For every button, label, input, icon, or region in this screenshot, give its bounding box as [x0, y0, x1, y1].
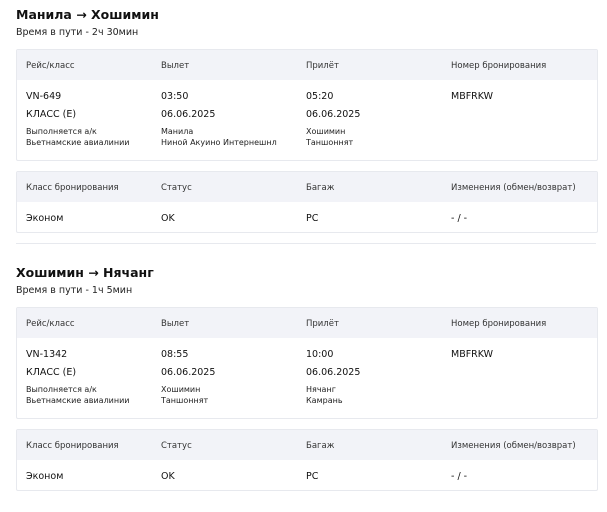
header-departure: Вылет	[161, 319, 190, 329]
arrival-city: Нячанг	[306, 385, 336, 394]
booking-details-card: Класс бронирования Статус Багаж Изменени…	[16, 429, 598, 491]
flight-details-header: Рейс/класс Вылет Прилёт Номер бронирован…	[17, 50, 597, 80]
flight-details-card: Рейс/класс Вылет Прилёт Номер бронирован…	[16, 49, 598, 161]
flight-details-card: Рейс/класс Вылет Прилёт Номер бронирован…	[16, 307, 598, 419]
segment-divider	[16, 243, 596, 244]
airline-name: Вьетнамские авиалинии	[26, 395, 130, 405]
flight-details-header: Рейс/класс Вылет Прилёт Номер бронирован…	[17, 308, 597, 338]
arrival-date: 06.06.2025	[306, 367, 361, 378]
route-title: Хошимин → Нячанг	[16, 265, 154, 280]
operated-by-line: Выполняется а/к	[26, 127, 97, 136]
departure-city: Хошимин	[161, 385, 201, 394]
changes: - / -	[451, 471, 468, 482]
booking-number: MBFRKW	[451, 349, 494, 360]
departure-place: Манила Ниной Акуино Интернешнл	[161, 127, 277, 148]
arrival-time: 05:20	[306, 91, 334, 102]
route-title: Манила → Хошимин	[16, 7, 159, 22]
flight-class: КЛАСС (E)	[26, 109, 77, 120]
status: OK	[161, 213, 175, 224]
header-booking-number: Номер бронирования	[451, 61, 547, 71]
header-booking-class: Класс бронирования	[26, 441, 119, 451]
departure-place: Хошимин Таншоннят	[161, 385, 208, 406]
header-baggage: Багаж	[306, 441, 335, 451]
travel-duration: Время в пути - 1ч 5мин	[16, 285, 133, 296]
header-baggage: Багаж	[306, 183, 335, 193]
booking-class: Эконом	[26, 213, 64, 224]
operated-by: Выполняется а/к Вьетнамские авиалинии	[26, 127, 130, 148]
flight-number: VN-1342	[26, 349, 68, 360]
booking-details-header: Класс бронирования Статус Багаж Изменени…	[17, 172, 597, 202]
arrival-place: Хошимин Таншоннят	[306, 127, 353, 148]
departure-time: 08:55	[161, 349, 189, 360]
departure-city: Манила	[161, 127, 194, 136]
changes: - / -	[451, 213, 468, 224]
departure-date: 06.06.2025	[161, 109, 216, 120]
arrival-date: 06.06.2025	[306, 109, 361, 120]
header-booking-class: Класс бронирования	[26, 183, 119, 193]
flight-class: КЛАСС (E)	[26, 367, 77, 378]
departure-airport: Ниной Акуино Интернешнл	[161, 137, 277, 147]
arrival-airport: Камрань	[306, 395, 343, 405]
arrival-city: Хошимин	[306, 127, 346, 136]
booking-details-card: Класс бронирования Статус Багаж Изменени…	[16, 171, 598, 233]
booking-class: Эконом	[26, 471, 64, 482]
header-flight-class: Рейс/класс	[26, 61, 75, 71]
header-flight-class: Рейс/класс	[26, 319, 75, 329]
baggage: PC	[306, 213, 319, 224]
departure-airport: Таншоннят	[161, 395, 209, 405]
header-departure: Вылет	[161, 61, 190, 71]
airline-name: Вьетнамские авиалинии	[26, 137, 130, 147]
header-status: Статус	[161, 183, 192, 193]
header-changes: Изменения (обмен/возврат)	[451, 183, 576, 193]
header-arrival: Прилёт	[306, 61, 339, 71]
departure-time: 03:50	[161, 91, 189, 102]
travel-duration: Время в пути - 2ч 30мин	[16, 27, 139, 38]
arrival-airport: Таншоннят	[306, 137, 354, 147]
arrival-place: Нячанг Камрань	[306, 385, 343, 406]
booking-number: MBFRKW	[451, 91, 494, 102]
header-arrival: Прилёт	[306, 319, 339, 329]
flight-number: VN-649	[26, 91, 62, 102]
baggage: PC	[306, 471, 319, 482]
operated-by: Выполняется а/к Вьетнамские авиалинии	[26, 385, 130, 406]
departure-date: 06.06.2025	[161, 367, 216, 378]
booking-details-header: Класс бронирования Статус Багаж Изменени…	[17, 430, 597, 460]
operated-by-line: Выполняется а/к	[26, 385, 97, 394]
status: OK	[161, 471, 175, 482]
header-booking-number: Номер бронирования	[451, 319, 547, 329]
header-changes: Изменения (обмен/возврат)	[451, 441, 576, 451]
header-status: Статус	[161, 441, 192, 451]
arrival-time: 10:00	[306, 349, 334, 360]
